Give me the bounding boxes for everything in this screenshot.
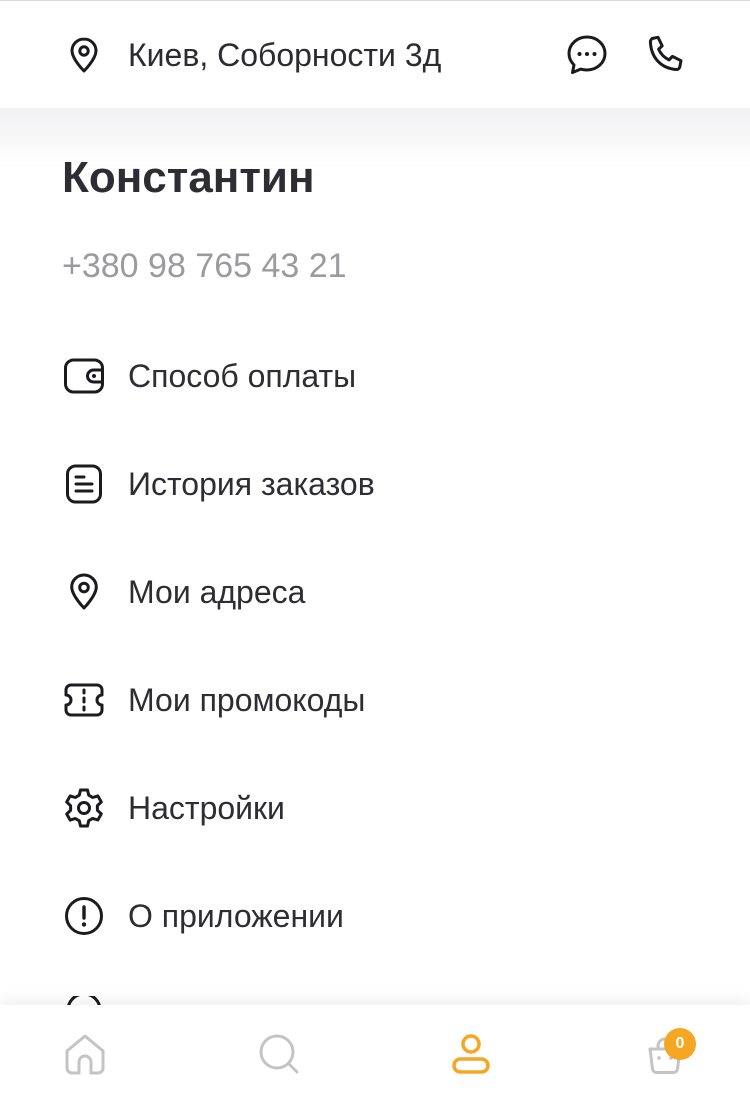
info-exclamation-icon [65,897,103,935]
menu-item-settings[interactable]: Настройки [0,752,750,860]
search-icon[interactable] [254,1029,304,1079]
ticket-icon [64,683,104,717]
menu-item-label: Мои адреса [128,574,306,610]
profile-menu: Способ оплаты История заказов Мои адреса… [0,320,750,968]
gear-icon [65,788,103,828]
menu-item-label: История заказов [128,466,375,502]
current-address[interactable]: Киев, Соборности 3д [128,35,441,75]
menu-item-label: Настройки [128,790,285,826]
wallet-icon [64,358,104,394]
cart-count-badge: 0 [664,1028,696,1060]
menu-item-order-history[interactable]: История заказов [0,428,750,536]
home-icon[interactable] [60,1029,110,1079]
phone-icon[interactable] [643,33,687,77]
profile-phone: +380 98 765 43 21 [62,247,347,285]
menu-item-payment-method[interactable]: Способ оплаты [0,320,750,428]
menu-item-label: О приложении [128,898,344,934]
menu-item-my-promocodes[interactable]: Мои промокоды [0,644,750,752]
menu-item-label: Мои промокоды [128,682,366,718]
menu-item-my-addresses[interactable]: Мои адреса [0,536,750,644]
top-header: Киев, Соборности 3д [0,0,750,108]
menu-item-about-app[interactable]: О приложении [0,860,750,968]
profile-icon[interactable] [446,1029,496,1079]
chat-bubble-icon[interactable] [565,33,609,77]
bottom-tab-bar [0,1005,750,1106]
location-pin-icon[interactable] [64,35,104,75]
profile-name: Константин [62,153,315,202]
menu-item-label: Способ оплаты [128,358,357,394]
document-list-icon [66,464,102,504]
location-pin-icon [70,573,98,610]
